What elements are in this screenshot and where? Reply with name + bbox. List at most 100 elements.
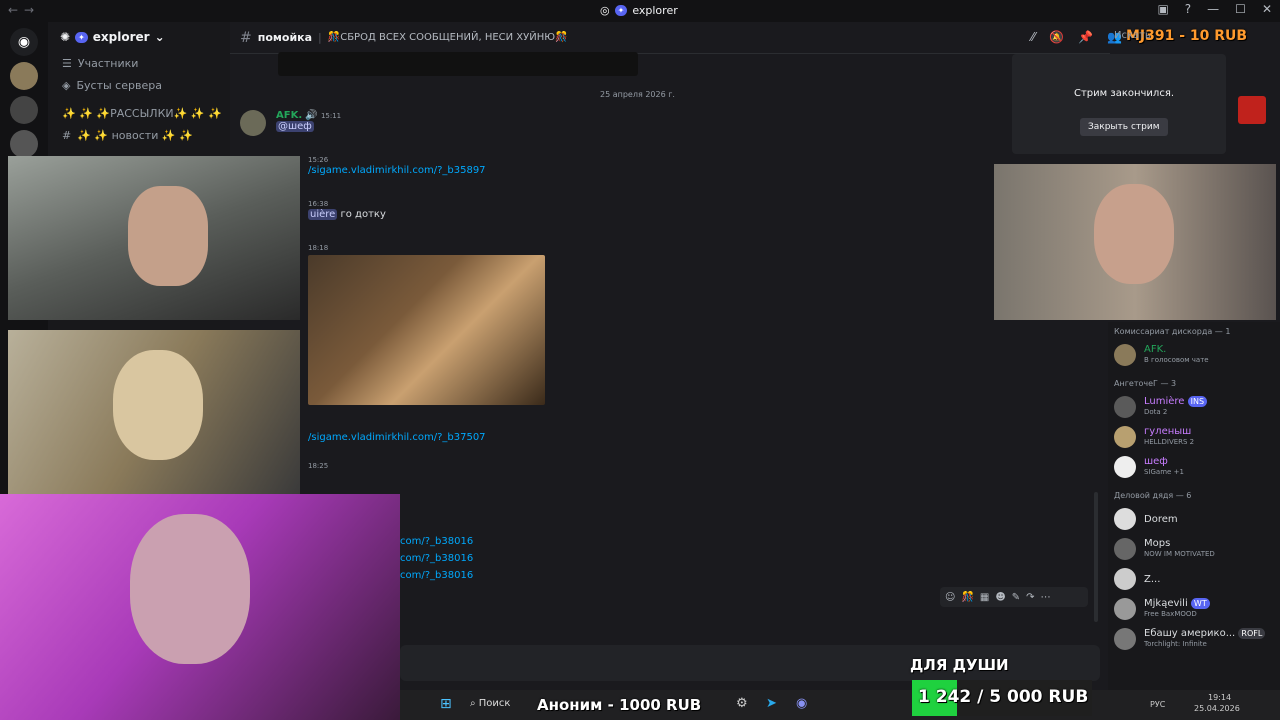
dota-icon[interactable] — [1238, 96, 1266, 124]
message-link[interactable]: /sigame.vladimirkhil.com/?_b37507 — [308, 432, 486, 443]
guild-name: explorer — [92, 30, 150, 44]
embed-preview — [278, 52, 638, 76]
webcam-feed — [994, 164, 1276, 320]
clock-date[interactable]: 25.04.2026 — [1194, 704, 1240, 713]
title-badge: ✦ — [614, 5, 628, 16]
member-item[interactable]: Lumière INS Dota 2 — [1108, 392, 1280, 422]
mention[interactable]: uière — [308, 209, 338, 220]
nav-arrows[interactable]: ←→ — [8, 3, 40, 17]
app-icon: ◎ — [600, 4, 610, 17]
member-item[interactable]: Ебашу америко... ROFL Torchlight: Infinit… — [1108, 624, 1280, 654]
reaction-icon[interactable]: 🎊 — [961, 592, 973, 603]
guild-badge: ✦ — [75, 31, 88, 43]
donation-goal-bar: 1 242 / 5 000 RUB — [912, 680, 1092, 716]
member-tag: ROFL — [1238, 628, 1266, 639]
telegram-icon[interactable]: ➤ — [766, 696, 777, 711]
search-label: Поиск — [478, 698, 511, 709]
channel-label: ✨ ✨ новости ✨ ✨ — [77, 128, 193, 142]
threads-icon[interactable]: ⁄⁄ — [1031, 30, 1035, 44]
message-image[interactable] — [308, 255, 545, 405]
discord-home-icon[interactable]: ◉ — [10, 28, 38, 56]
message-time: 18:18 — [308, 244, 329, 252]
avatar — [1114, 568, 1136, 590]
channel-name: помойка — [257, 31, 313, 44]
reaction-icon[interactable]: ▦ — [980, 592, 989, 603]
minimize-button[interactable]: — — [1207, 2, 1219, 16]
avatar — [1114, 508, 1136, 530]
help-icon[interactable]: ? — [1185, 2, 1191, 16]
webcam-feed — [8, 330, 300, 494]
channel-topic: 🎊СБРОД ВСЕХ СООБЩЕНИЙ, НЕСИ ХУЙНЮ🎊 — [327, 32, 568, 43]
taskbar-search[interactable]: ⌕ Поиск — [470, 698, 510, 709]
maximize-button[interactable]: ☐ — [1235, 2, 1246, 16]
channel-mailing[interactable]: ✨ ✨ ✨РАССЫЛКИ✨ ✨ ✨ — [48, 102, 230, 124]
member-status: SIGame +1 — [1144, 468, 1184, 476]
member-item[interactable]: Z... — [1108, 564, 1280, 594]
avatar — [1114, 538, 1136, 560]
lang-indicator[interactable]: РУС — [1150, 700, 1165, 709]
close-stream-button[interactable]: Закрыть стрим — [1080, 118, 1168, 136]
message: com/?_b38016 — [400, 553, 473, 564]
webcam-feed — [0, 494, 400, 720]
message-time: 18:25 — [308, 462, 329, 470]
guild-header[interactable]: ✺ ✦ explorer ⌄ — [48, 22, 230, 52]
member-group-title: Комиссариат дискорда — 1 — [1114, 326, 1231, 336]
member-tag: INS — [1187, 396, 1208, 407]
message-link[interactable]: com/?_b38016 — [400, 570, 473, 581]
message: 18:18 — [308, 242, 328, 253]
member-item[interactable]: Mops NOW IM MOTIVATED — [1108, 534, 1280, 564]
message: 16:38 uière го дотку — [308, 198, 386, 220]
steam-icon[interactable]: ⚙ — [736, 696, 748, 711]
message-link[interactable]: com/?_b38016 — [400, 536, 473, 547]
server-icon[interactable] — [10, 130, 38, 158]
server-icon[interactable] — [10, 96, 38, 124]
avatar[interactable] — [240, 110, 266, 136]
pin-icon[interactable]: 📌 — [1078, 30, 1093, 44]
emoji-icon[interactable]: ☺ — [945, 592, 955, 603]
message-link[interactable]: com/?_b38016 — [400, 553, 473, 564]
close-button[interactable]: ✕ — [1262, 2, 1272, 16]
windows-start-icon[interactable]: ⊞ — [440, 696, 452, 712]
mute-icon[interactable]: 🔕 — [1049, 30, 1064, 44]
member-status: Torchlight: Infinite — [1144, 640, 1207, 648]
member-name: гуленыш — [1144, 426, 1192, 437]
search-input[interactable]: Искать — [1114, 30, 1151, 41]
title-bar: ←→ ◎ ✦ explorer ▣ ? — ☐ ✕ — [0, 0, 1280, 22]
chevron-down-icon: ⌄ — [154, 30, 165, 44]
discord-taskbar-icon[interactable]: ◉ — [796, 696, 807, 711]
scrollbar[interactable] — [1094, 492, 1098, 622]
edit-icon[interactable]: ✎ — [1012, 592, 1020, 603]
member-item[interactable]: гуленыш HELLDIVERS 2 — [1108, 422, 1280, 452]
anon-donation-overlay: Аноним - 1000 RUB — [537, 696, 702, 714]
message-link[interactable]: /sigame.vladimirkhil.com/?_b35897 — [308, 165, 486, 176]
channel-members[interactable]: ☰ Участники — [48, 52, 230, 74]
taskbar: ⊞ ⌕ Поиск ⚙ ➤ ◉ РУС 19:14 25.04.2026 — [400, 690, 1280, 720]
mention[interactable]: @шеф — [276, 121, 314, 132]
member-item[interactable]: Dorem — [1108, 504, 1280, 534]
person — [128, 186, 208, 286]
message: 15:26/sigame.vladimirkhil.com/?_b35897 — [308, 154, 486, 176]
member-name: шеф — [1144, 456, 1168, 467]
add-reaction-icon[interactable]: ☻ — [995, 592, 1005, 603]
stream-ended-text: Стрим закончился. — [1074, 88, 1175, 99]
reply-icon[interactable]: ↷ — [1026, 592, 1034, 603]
member-item[interactable]: шеф SIGame +1 — [1108, 452, 1280, 482]
member-tag: WT — [1190, 598, 1210, 609]
member-status: В голосовом чате — [1144, 356, 1209, 364]
message: /sigame.vladimirkhil.com/?_b37507 — [308, 432, 486, 443]
more-icon[interactable]: ⋯ — [1041, 592, 1051, 603]
people-icon: ☰ — [62, 56, 72, 70]
message-author[interactable]: AFK. — [276, 110, 302, 121]
member-group-title: АнгеточеГ — 3 — [1114, 378, 1177, 388]
message: com/?_b38016 — [400, 536, 473, 547]
member-name: Dorem — [1144, 513, 1178, 525]
channel-news[interactable]: # ✨ ✨ новости ✨ ✨ — [48, 124, 230, 146]
member-item[interactable]: AFK. В голосовом чате — [1108, 340, 1280, 370]
member-item[interactable]: Mjkąevili WT Free BaxMOOD — [1108, 594, 1280, 624]
clock-time[interactable]: 19:14 — [1208, 693, 1231, 702]
inbox-icon[interactable]: ▣ — [1157, 2, 1168, 16]
message-time: 15:26 — [308, 156, 329, 164]
webcam-feed — [8, 156, 300, 320]
server-icon[interactable] — [10, 62, 38, 90]
channel-boosts[interactable]: ◈ Бусты сервера — [48, 74, 230, 96]
